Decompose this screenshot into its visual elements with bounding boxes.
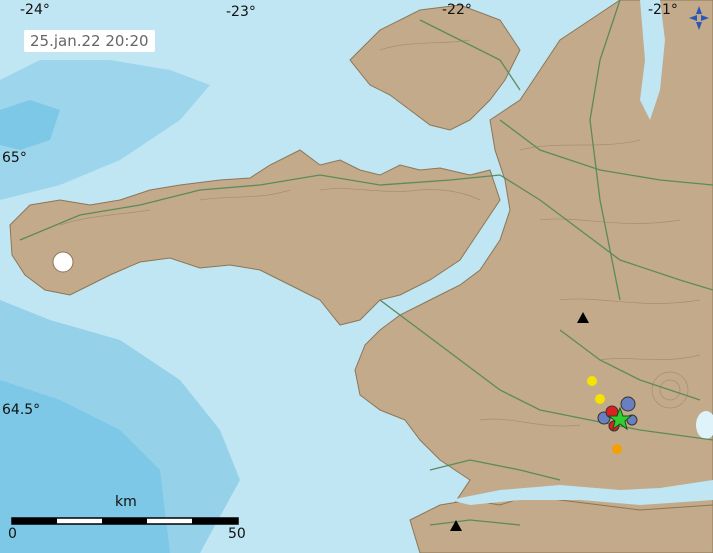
land-snaefellsnes (9, 149, 501, 326)
scale-start-label: 0 (8, 526, 17, 542)
longitude-label: -21° (648, 2, 678, 18)
quake-marker (587, 376, 597, 386)
scale-bar (11, 517, 239, 525)
map-canvas (0, 0, 713, 553)
quake-marker (595, 394, 605, 404)
longitude-label: -23° (226, 4, 256, 20)
map-view[interactable]: -24° -23° -22° -21° 65° 64.5° 25.jan.22 … (0, 0, 713, 553)
scale-unit-label: km (115, 494, 137, 510)
quake-marker (612, 444, 622, 454)
quake-marker (620, 396, 636, 412)
timestamp-label: 25.jan.22 20:20 (24, 30, 155, 52)
land-north (349, 4, 521, 131)
longitude-label: -24° (20, 2, 50, 18)
scale-end-label: 50 (228, 526, 246, 542)
longitude-label: -22° (442, 2, 472, 18)
latitude-label: 64.5° (2, 402, 41, 418)
compass-arrows-icon[interactable] (687, 4, 711, 32)
latitude-label: 65° (2, 150, 27, 166)
glacier (52, 251, 74, 273)
